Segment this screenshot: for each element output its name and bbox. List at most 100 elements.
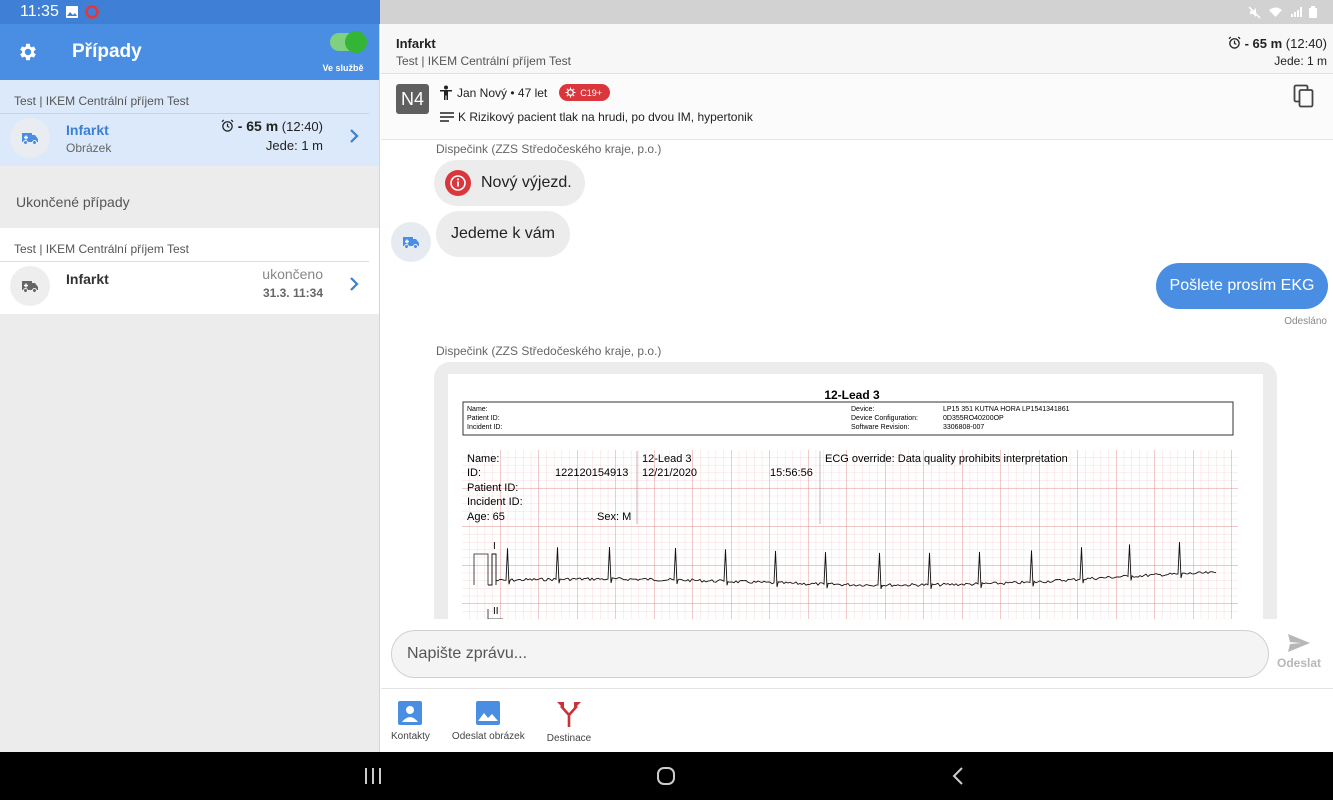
ecg-info: Software Revision: xyxy=(851,424,909,431)
ecg-patient-id: Patient ID: xyxy=(467,482,518,494)
eta-minutes: - 65 m xyxy=(1244,36,1283,51)
ecg-image[interactable]: 12-Lead 3 Name: Patient ID: Incident ID:… xyxy=(448,374,1263,619)
send-image-button[interactable]: Odeslat obrázek xyxy=(452,690,525,752)
message-bubble: Jedeme k vám xyxy=(436,211,570,257)
message-text: Pošlete prosím EKG xyxy=(1169,277,1315,294)
ecg-info: LP15 351 KUTNA HORA LP1541341861 xyxy=(943,406,1070,413)
case-status: ukončeno 31.3. 11:34 xyxy=(262,266,323,300)
ambulance-icon xyxy=(22,133,38,145)
sent-status: Odesláno xyxy=(1284,316,1327,327)
cases-panel: Případy Ve službě Test | IKEM Centrální … xyxy=(0,24,380,752)
patient-info: N4 Jan Nový • 47 let C19+ K Rizikový pac… xyxy=(381,74,1333,140)
on-duty-toggle[interactable]: Ve službě xyxy=(322,31,369,73)
chevron-right-icon[interactable] xyxy=(349,276,359,292)
message-sender: Dispečink (ZZS Středočeského kraje, p.o.… xyxy=(436,142,662,156)
back-icon[interactable] xyxy=(948,764,968,788)
going-time: Jede: 1 m xyxy=(1274,54,1327,68)
copy-icon[interactable] xyxy=(1293,84,1315,108)
recent-apps-icon[interactable] xyxy=(363,764,383,788)
priority-badge: N4 xyxy=(396,84,429,114)
case-name: Infarkt xyxy=(66,121,109,138)
case-date: 31.3. 11:34 xyxy=(262,286,323,300)
toggle-switch[interactable] xyxy=(330,31,367,53)
destination-button[interactable]: Destinace xyxy=(547,690,591,752)
send-image-label: Odeslat obrázek xyxy=(451,731,525,742)
case-row[interactable]: Infarkt ukončeno 31.3. 11:34 xyxy=(0,262,379,310)
ecg-time: 15:56:56 xyxy=(770,467,813,479)
sender-avatar xyxy=(391,222,431,262)
person-icon xyxy=(440,85,452,100)
ecg-title: 12-Lead 3 xyxy=(824,388,880,402)
ecg-info: Device: xyxy=(851,406,874,413)
message-input[interactable] xyxy=(391,630,1269,678)
ecg-info: Device Configuration: xyxy=(851,415,918,422)
ecg-age: Age: 65 xyxy=(467,511,505,523)
ecg-override: ECG override: Data quality prohibits int… xyxy=(825,453,1068,465)
covid-badge: C19+ xyxy=(559,84,611,101)
ecg-info: Patient ID: xyxy=(467,415,500,422)
case-subtitle: Obrázek xyxy=(66,140,112,155)
case-row[interactable]: Infarkt Obrázek - 65 m (12:40) Jede: 1 m xyxy=(0,114,379,162)
destination-label: Destinace xyxy=(546,733,592,744)
toggle-label: Ve službě xyxy=(322,63,364,73)
virus-icon xyxy=(565,87,576,98)
fork-arrow-icon xyxy=(556,702,581,727)
case-name: Infarkt xyxy=(66,271,109,287)
case-subtitle: Test | IKEM Centrální příjem Test xyxy=(396,54,571,68)
ecg-id: 122120154913 xyxy=(555,467,628,479)
chevron-right-icon[interactable] xyxy=(349,128,359,144)
contacts-button[interactable]: Kontakty xyxy=(391,690,430,752)
system-navigation-bar xyxy=(0,752,1333,800)
ambulance-icon xyxy=(22,281,38,293)
battery-icon xyxy=(1309,6,1317,18)
action-bar: Kontakty Odeslat obrázek Destinace xyxy=(381,690,1333,752)
ambulance-avatar xyxy=(10,266,50,306)
contacts-icon xyxy=(398,701,423,725)
alarm-icon xyxy=(221,119,234,132)
finished-section-title: Ukončené případy xyxy=(16,194,130,210)
ecg-lead-II: II xyxy=(493,606,499,617)
ecg-svg: 12-Lead 3 Name: Patient ID: Incident ID:… xyxy=(462,388,1238,619)
message-sender: Dispečink (ZZS Středočeského kraje, p.o.… xyxy=(436,344,662,358)
status-bar-right xyxy=(380,0,1333,24)
case-org: Test | IKEM Centrální příjem Test xyxy=(0,94,369,114)
finished-case-item[interactable]: Test | IKEM Centrální příjem Test Infark… xyxy=(0,228,379,314)
app-bar: Případy Ve službě xyxy=(0,24,379,80)
case-org: Test | IKEM Centrální příjem Test xyxy=(0,242,369,262)
ecg-date: 12/21/2020 xyxy=(642,467,697,479)
going-time: Jede: 1 m xyxy=(265,138,323,153)
eta-time: (12:40) xyxy=(281,119,323,134)
case-header: Infarkt Test | IKEM Centrální příjem Tes… xyxy=(381,24,1333,74)
home-icon[interactable] xyxy=(654,764,678,788)
wifi-icon xyxy=(1269,7,1282,17)
send-icon xyxy=(1287,634,1310,652)
case-detail-panel: Infarkt Test | IKEM Centrální příjem Tes… xyxy=(381,24,1333,752)
active-case-item[interactable]: Test | IKEM Centrální příjem Test Infark… xyxy=(0,80,379,166)
case-title: Infarkt xyxy=(396,36,436,51)
outgoing-message-bubble: Pošlete prosím EKG xyxy=(1156,263,1328,309)
ecg-info: 3306808-007 xyxy=(943,424,984,431)
ecg-sex: Sex: M xyxy=(597,511,631,523)
patient-name-age: Jan Nový • 47 let xyxy=(457,85,548,100)
alert-info-icon xyxy=(445,170,471,196)
notes-icon xyxy=(440,112,454,122)
ecg-id-label: ID: xyxy=(467,467,481,479)
case-status-text: ukončeno xyxy=(262,266,323,282)
send-button[interactable]: Odeslat xyxy=(1277,633,1321,670)
ambulance-icon xyxy=(403,237,419,249)
patient-note: K Rizikový pacient tlak na hrudi, po dvo… xyxy=(458,110,753,124)
ecg-lead: 12-Lead 3 xyxy=(642,453,692,465)
ecg-name: Name: xyxy=(467,453,499,465)
contacts-label: Kontakty xyxy=(391,731,430,742)
ecg-incident-id: Incident ID: xyxy=(467,496,523,508)
ecg-image-message[interactable]: 12-Lead 3 Name: Patient ID: Incident ID:… xyxy=(434,362,1277,619)
message-bubble: Nový výjezd. xyxy=(434,160,585,206)
page-title: Případy xyxy=(72,41,142,62)
chat-area[interactable]: Dispečink (ZZS Středočeského kraje, p.o.… xyxy=(381,141,1333,619)
ecg-info: Name: xyxy=(467,406,488,413)
settings-button[interactable] xyxy=(0,24,56,80)
eta-time: (12:40) xyxy=(1285,36,1327,51)
status-time: 11:35 xyxy=(20,3,59,20)
mute-icon xyxy=(1248,5,1261,19)
ecg-info: 0D355RO40200OP xyxy=(943,415,1004,422)
